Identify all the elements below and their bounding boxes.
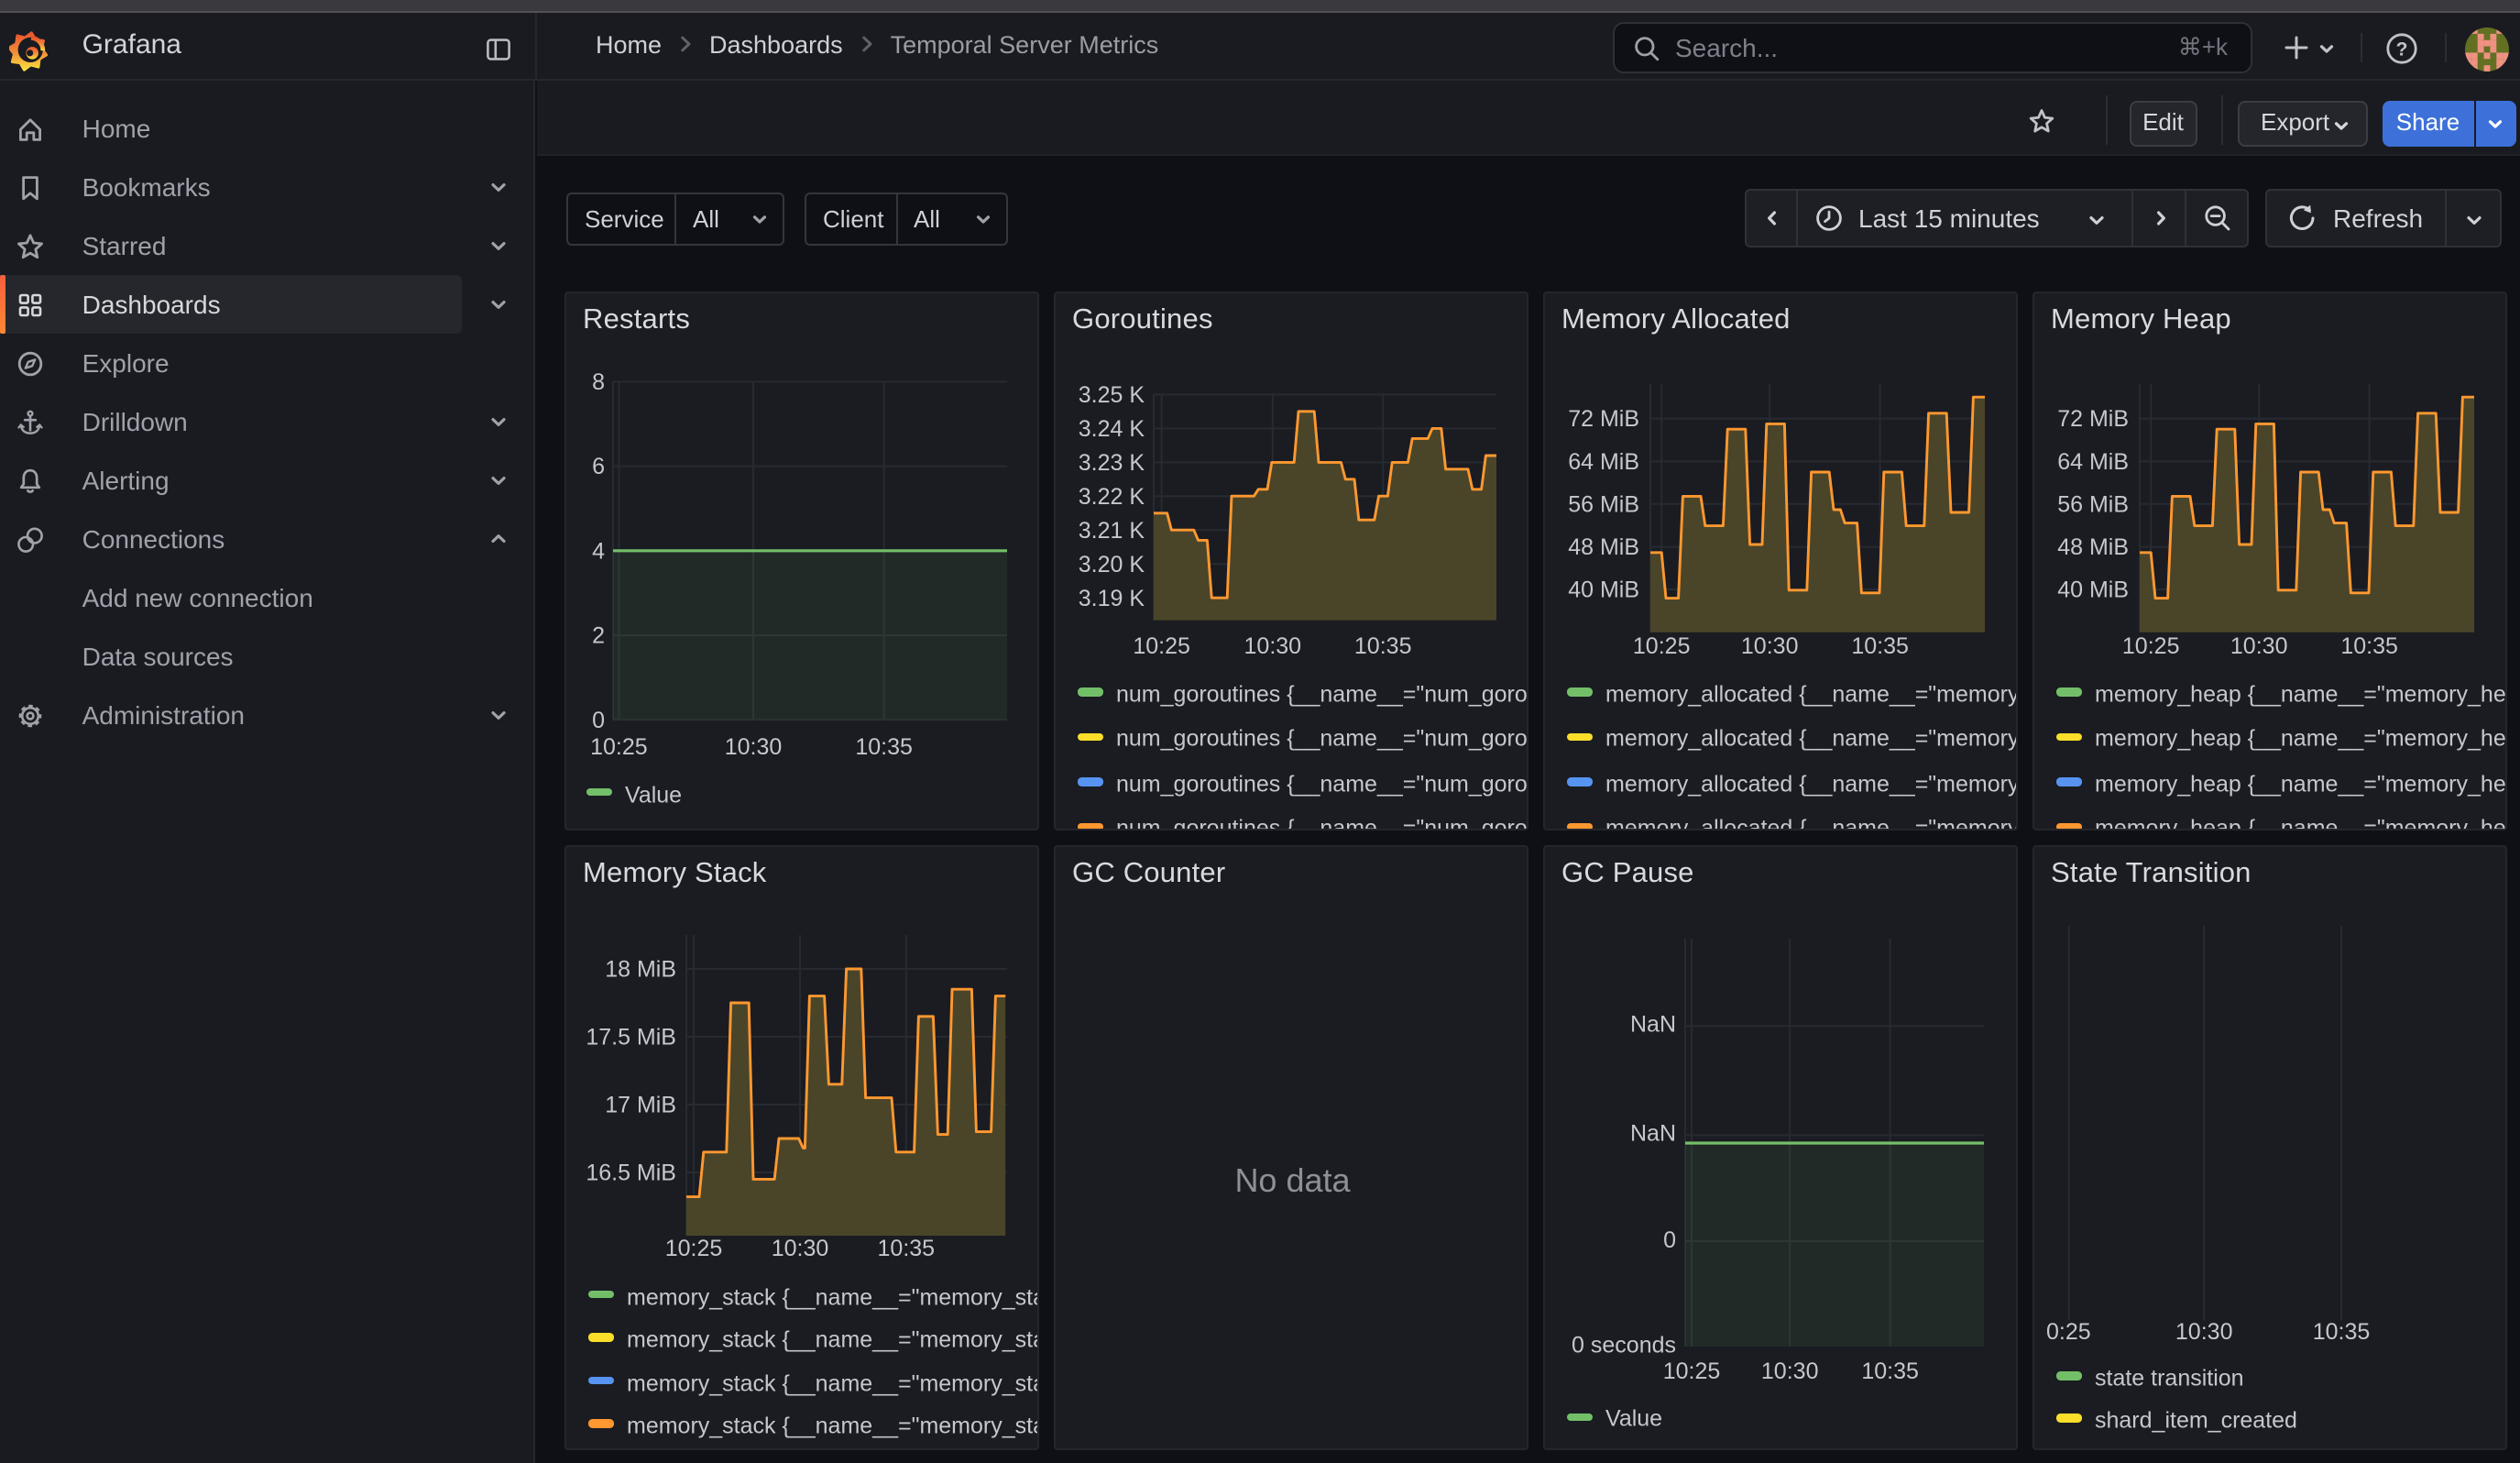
svg-text:64 MiB: 64 MiB [1568,448,1639,474]
svg-text:10:25: 10:25 [1633,632,1691,658]
svg-text:6: 6 [592,453,605,478]
svg-text:40 MiB: 40 MiB [1568,577,1639,602]
svg-text:0:25: 0:25 [2046,1318,2091,1344]
svg-text:10:30: 10:30 [772,1235,829,1260]
svg-text:48 MiB: 48 MiB [2057,534,2129,559]
svg-text:10:25: 10:25 [2122,632,2180,658]
svg-text:3.22 K: 3.22 K [1079,483,1145,509]
svg-text:10:25: 10:25 [590,733,648,759]
svg-text:8: 8 [592,368,605,394]
svg-text:40 MiB: 40 MiB [2057,577,2129,602]
svg-text:10:30: 10:30 [2175,1318,2233,1344]
svg-text:3.21 K: 3.21 K [1079,517,1145,543]
svg-text:NaN: NaN [1630,1120,1676,1146]
svg-text:3.25 K: 3.25 K [1079,381,1145,407]
svg-text:17.5 MiB: 17.5 MiB [586,1024,676,1050]
svg-text:10:35: 10:35 [855,733,913,759]
svg-text:3.24 K: 3.24 K [1079,415,1145,441]
svg-text:10:25: 10:25 [665,1235,723,1260]
svg-text:4: 4 [592,537,605,563]
svg-text:10:30: 10:30 [2230,632,2288,658]
svg-text:10:25: 10:25 [1663,1358,1721,1383]
svg-text:0 seconds: 0 seconds [1572,1331,1676,1357]
svg-text:72 MiB: 72 MiB [1568,405,1639,431]
svg-text:48 MiB: 48 MiB [1568,534,1639,559]
svg-text:0: 0 [592,707,605,732]
svg-text:18 MiB: 18 MiB [605,956,676,982]
svg-text:3.20 K: 3.20 K [1079,551,1145,577]
svg-text:10:30: 10:30 [725,733,783,759]
svg-text:10:30: 10:30 [1761,1358,1819,1383]
svg-text:56 MiB: 56 MiB [2057,490,2129,516]
svg-text:16.5 MiB: 16.5 MiB [586,1160,676,1185]
svg-text:72 MiB: 72 MiB [2057,405,2129,431]
svg-text:64 MiB: 64 MiB [2057,448,2129,474]
svg-text:10:25: 10:25 [1133,632,1190,658]
svg-text:10:35: 10:35 [2340,632,2398,658]
svg-text:NaN: NaN [1630,1011,1676,1037]
svg-text:0: 0 [1663,1226,1676,1252]
svg-text:10:30: 10:30 [1741,632,1799,658]
svg-text:10:35: 10:35 [1851,632,1909,658]
svg-text:2: 2 [592,622,605,648]
svg-text:10:35: 10:35 [878,1235,936,1260]
svg-text:10:35: 10:35 [1861,1358,1919,1383]
svg-text:17 MiB: 17 MiB [605,1092,676,1117]
svg-text:56 MiB: 56 MiB [1568,490,1639,516]
svg-text:10:30: 10:30 [1244,632,1302,658]
svg-text:3.19 K: 3.19 K [1079,585,1145,610]
svg-text:10:35: 10:35 [1354,632,1412,658]
svg-text:3.23 K: 3.23 K [1079,449,1145,475]
svg-text:10:35: 10:35 [2313,1318,2371,1344]
